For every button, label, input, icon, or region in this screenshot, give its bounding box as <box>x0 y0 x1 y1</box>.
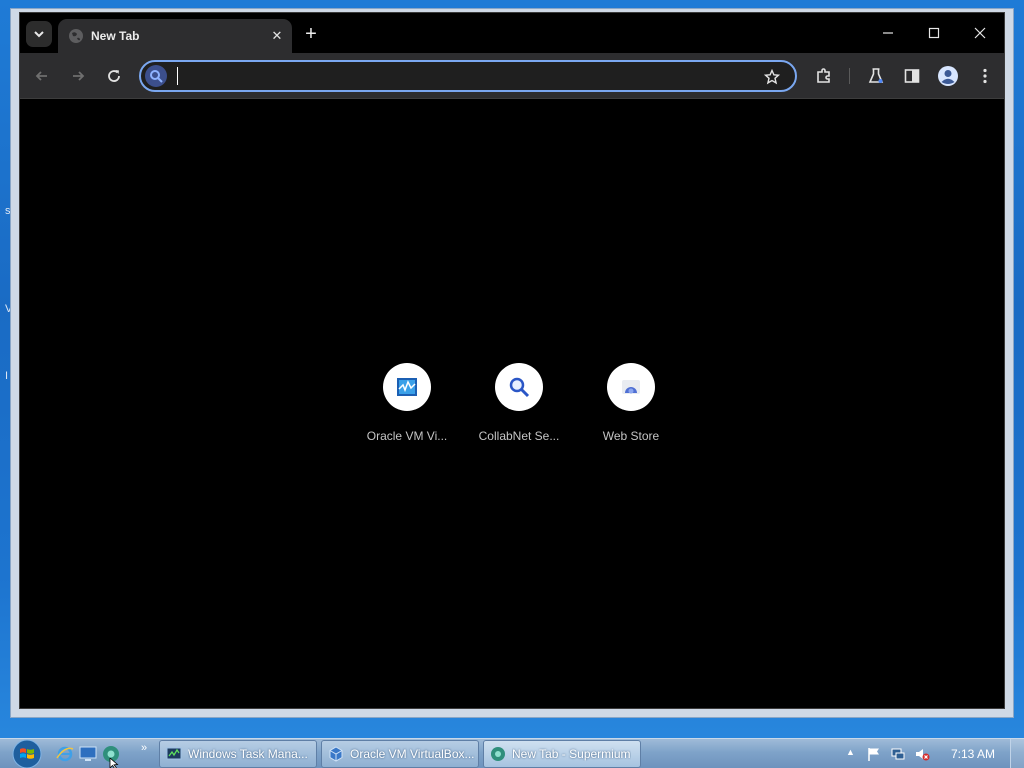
taskbar: » Windows Task Mana... Oracle VM Virtual… <box>0 738 1024 768</box>
taskbar-item-virtualbox[interactable]: Oracle VM VirtualBox... <box>321 740 479 768</box>
arrow-left-icon <box>35 71 47 81</box>
virtualbox-icon <box>329 746 343 762</box>
minimize-button[interactable] <box>865 19 911 47</box>
desktop-icon <box>79 746 97 761</box>
taskbar-item-supermium[interactable]: New Tab - Supermium <box>483 740 641 768</box>
star-icon <box>764 69 780 85</box>
avatar-icon <box>938 66 958 86</box>
task-manager-icon <box>166 747 182 760</box>
reload-button[interactable] <box>100 62 128 90</box>
desktop-icon-label-fragment: I <box>5 370 9 382</box>
quicklaunch-internet-explorer[interactable] <box>55 744 75 764</box>
side-panel-button[interactable] <box>899 63 925 89</box>
browser-window: New Tab ✕ + Oracle VM Vi... CollabNet Se… <box>10 8 1014 718</box>
system-clock[interactable]: 7:13 AM <box>951 747 995 761</box>
text-caret <box>177 67 178 85</box>
arrow-right-icon <box>73 71 85 81</box>
extensions-button[interactable] <box>811 63 837 89</box>
shortcut-label: Web Store <box>602 429 660 443</box>
minimize-icon <box>883 32 893 34</box>
webstore-icon <box>622 380 640 394</box>
close-button[interactable] <box>957 19 1003 47</box>
profile-button[interactable] <box>935 63 961 89</box>
address-bar[interactable] <box>139 60 797 92</box>
quicklaunch-more-button[interactable]: » <box>141 742 147 754</box>
flask-icon <box>868 68 884 83</box>
windows-logo-icon <box>12 739 42 768</box>
quicklaunch-show-desktop[interactable] <box>78 744 98 764</box>
supermium-icon <box>491 747 505 761</box>
start-button[interactable] <box>9 739 45 768</box>
shortcut-icon-circle <box>383 363 431 411</box>
reload-icon <box>108 70 120 82</box>
tab-new-tab[interactable]: New Tab ✕ <box>58 19 292 53</box>
puzzle-icon <box>817 68 830 83</box>
bookmark-button[interactable] <box>761 66 783 88</box>
toolbar <box>20 53 1004 99</box>
maximize-icon <box>928 27 940 39</box>
taskbar-item-task-manager[interactable]: Windows Task Mana... <box>159 740 317 768</box>
shortcut-collabnet[interactable]: CollabNet Se... <box>463 363 575 453</box>
forward-button[interactable] <box>64 62 92 90</box>
chevron-down-icon <box>34 31 44 38</box>
globe-icon <box>69 29 83 43</box>
action-center-flag-icon[interactable] <box>866 746 882 762</box>
maximize-button[interactable] <box>911 19 957 47</box>
tab-search-button[interactable] <box>26 21 52 47</box>
more-vert-icon <box>983 68 987 84</box>
shortcut-icon-circle <box>495 363 543 411</box>
taskbar-item-label: New Tab - Supermium <box>512 747 631 761</box>
mouse-cursor-icon <box>109 758 119 768</box>
new-tab-button[interactable]: + <box>299 22 323 46</box>
virtualbox-icon <box>397 378 417 396</box>
shortcut-label: Oracle VM Vi... <box>366 429 448 443</box>
shortcut-label: CollabNet Se... <box>478 429 560 443</box>
taskbar-item-label: Oracle VM VirtualBox... <box>350 747 475 761</box>
shortcut-oracle-vm[interactable]: Oracle VM Vi... <box>351 363 463 453</box>
labs-button[interactable] <box>863 63 889 89</box>
shortcut-web-store[interactable]: Web Store <box>575 363 687 453</box>
address-input[interactable] <box>175 66 735 88</box>
tab-close-button[interactable]: ✕ <box>268 27 286 45</box>
network-icon[interactable] <box>890 746 906 762</box>
search-icon <box>145 65 167 87</box>
back-button[interactable] <box>28 62 56 90</box>
tab-title: New Tab <box>91 29 140 43</box>
side-panel-icon <box>904 69 920 83</box>
shortcut-icon-circle <box>607 363 655 411</box>
close-icon <box>974 27 986 39</box>
volume-muted-icon[interactable] <box>914 746 930 762</box>
show-desktop-button[interactable] <box>1010 739 1024 768</box>
tray-overflow-button[interactable]: ▲ <box>846 747 855 757</box>
collabnet-search-icon <box>509 377 530 398</box>
internet-explorer-icon <box>56 746 74 762</box>
shortcut-tiles: Oracle VM Vi... CollabNet Se... Web Stor… <box>351 363 691 453</box>
taskbar-item-label: Windows Task Mana... <box>188 747 308 761</box>
title-bar: New Tab ✕ + <box>20 13 1004 53</box>
toolbar-separator <box>849 68 850 84</box>
new-tab-page: Oracle VM Vi... CollabNet Se... Web Stor… <box>20 100 1004 708</box>
browser-frame: New Tab ✕ + Oracle VM Vi... CollabNet Se… <box>19 12 1005 709</box>
menu-button[interactable] <box>972 63 998 89</box>
